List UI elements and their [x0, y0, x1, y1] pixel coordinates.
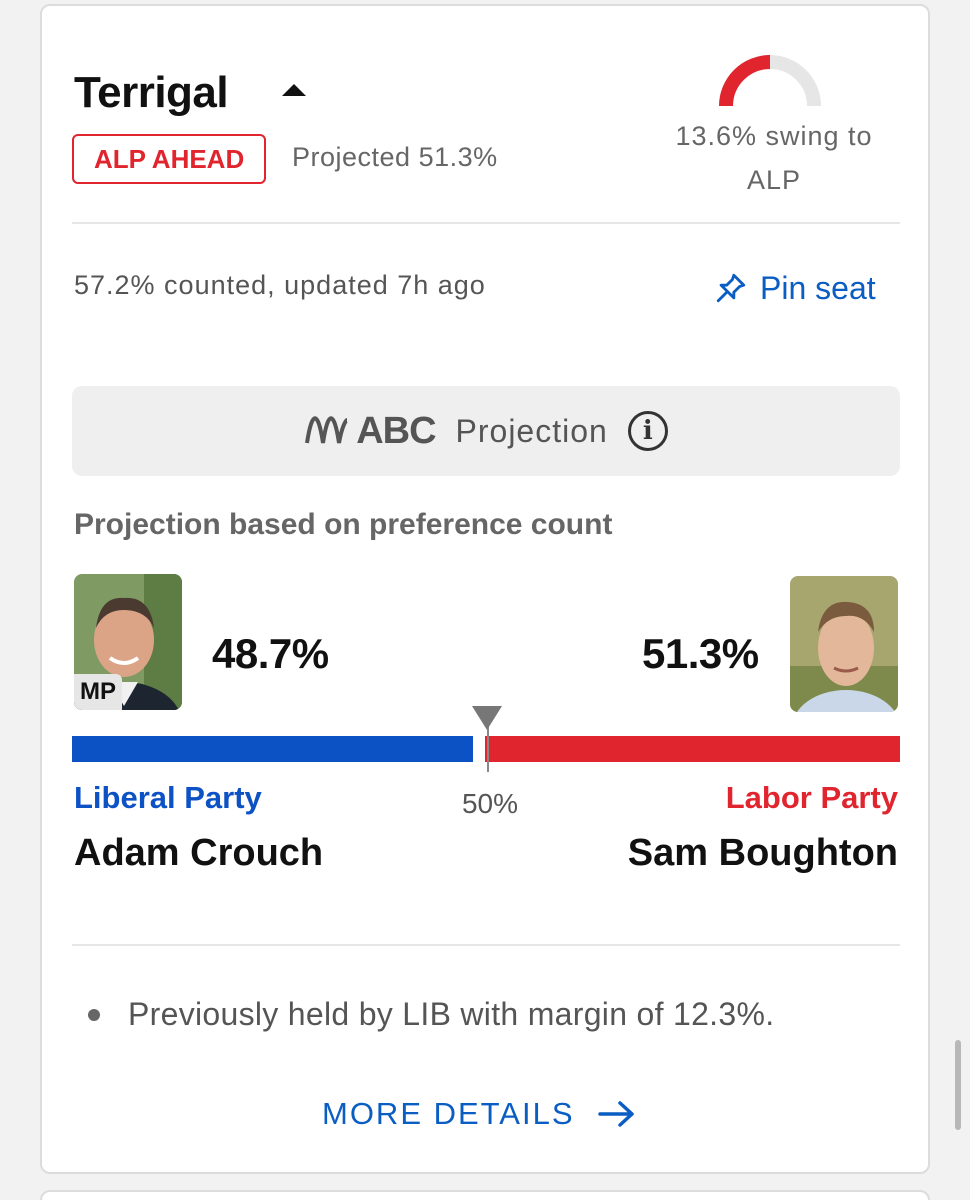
candidate-portrait-right	[790, 576, 898, 712]
candidate-photo-sam-boughton	[790, 576, 898, 712]
collapse-caret-icon[interactable]	[282, 84, 306, 96]
projection-basis-heading: Projection based on preference count	[74, 508, 613, 541]
bar-separator	[473, 732, 486, 766]
more-details-link[interactable]: MORE DETAILS	[322, 1096, 637, 1132]
swing-gauge-icon	[719, 55, 821, 107]
seat-card: Terrigal ALP AHEAD Projected 51.3% 13.6%…	[40, 4, 930, 1174]
candidate-left-percent: 48.7%	[212, 630, 329, 677]
previous-holder-note: Previously held by LIB with margin of 12…	[128, 996, 775, 1032]
more-details-label: MORE DETAILS	[322, 1096, 575, 1131]
scrollbar-thumb[interactable]	[955, 1040, 961, 1130]
divider	[72, 944, 900, 946]
pin-seat-button[interactable]: Pin seat	[714, 268, 876, 308]
fifty-percent-label: 50%	[461, 788, 519, 819]
abc-lissajous-icon	[305, 416, 349, 444]
counted-status: 57.2% counted, updated 7h ago	[74, 270, 486, 300]
divider	[72, 222, 900, 224]
candidate-photo-adam-crouch: MP	[74, 574, 182, 710]
candidate-left-name: Adam Crouch	[74, 832, 324, 874]
candidate-right-percent: 51.3%	[642, 630, 759, 677]
fifty-percent-marker-icon	[472, 706, 502, 730]
projection-label: Projection	[455, 412, 608, 449]
projected-text: Projected 51.3%	[292, 142, 498, 172]
fifty-percent-line	[487, 726, 489, 772]
lib-share-bar	[72, 736, 476, 762]
abc-brand-text: ABC	[356, 409, 436, 452]
next-card-edge	[40, 1190, 930, 1200]
pin-seat-label: Pin seat	[760, 269, 876, 306]
bullet-icon	[88, 1008, 100, 1021]
abc-projection-banner: ABC Projection i	[72, 386, 900, 476]
pin-icon	[716, 273, 746, 303]
seat-title: Terrigal	[74, 68, 229, 117]
alp-share-bar	[475, 736, 900, 762]
candidate-left-party: Liberal Party	[74, 780, 262, 815]
arrow-right-icon	[597, 1101, 634, 1127]
candidate-right-name: Sam Boughton	[627, 832, 898, 874]
abc-logo: ABC	[304, 409, 437, 453]
swing-text: 13.6% swing to ALP	[675, 121, 873, 195]
candidate-right-party: Labor Party	[725, 780, 898, 815]
notes-list: Previously held by LIB with margin of 12…	[88, 996, 774, 1033]
status-badge: ALP AHEAD	[72, 134, 267, 184]
mp-badge: MP	[74, 674, 122, 710]
info-icon[interactable]: i	[627, 411, 668, 451]
